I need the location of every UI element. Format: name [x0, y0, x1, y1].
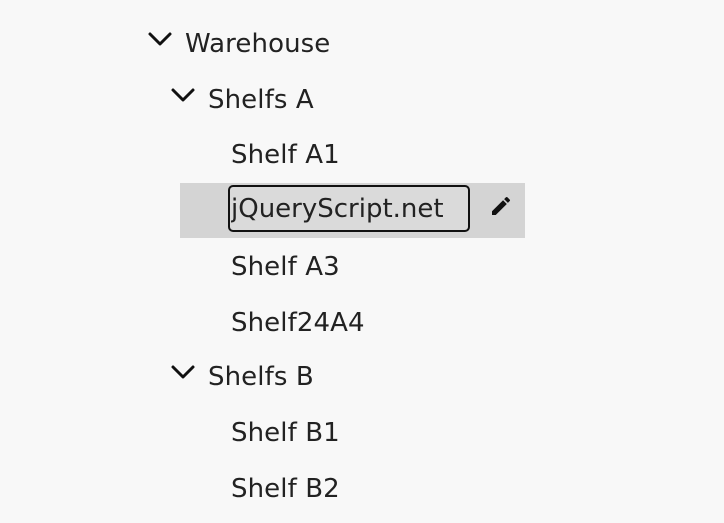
- tree-node-shelfs-a[interactable]: Shelfs A: [208, 82, 314, 118]
- tree-node-shelf-b2[interactable]: Shelf B2: [231, 471, 340, 507]
- tree-node-shelf24a4[interactable]: Shelf24A4: [231, 305, 365, 341]
- tree-node-label: Shelf B2: [231, 474, 340, 504]
- tree-node-warehouse[interactable]: Warehouse: [185, 26, 330, 62]
- tree-node-shelf-b1[interactable]: Shelf B1: [231, 415, 340, 451]
- tree-node-label: Shelfs B: [208, 362, 314, 392]
- chevron-down-icon[interactable]: [145, 24, 175, 54]
- pencil-icon[interactable]: [484, 191, 518, 221]
- rename-input[interactable]: [228, 185, 470, 232]
- tree-node-label: Shelf24A4: [231, 308, 365, 338]
- tree-node-shelf-a1[interactable]: Shelf A1: [231, 137, 340, 173]
- tree-node-label: Shelf A1: [231, 140, 340, 170]
- chevron-down-icon[interactable]: [168, 80, 198, 110]
- tree-node-shelfs-b[interactable]: Shelfs B: [208, 359, 314, 395]
- tree-node-label: Shelfs A: [208, 85, 314, 115]
- tree-node-label: Shelf A3: [231, 252, 340, 282]
- tree-node-shelf-a3[interactable]: Shelf A3: [231, 249, 340, 285]
- tree-node-label: Warehouse: [185, 29, 331, 59]
- tree-view: Warehouse Shelfs A Shelf A1 Shelf A3 She…: [0, 0, 724, 523]
- tree-node-label: Shelf B1: [231, 418, 340, 448]
- chevron-down-icon[interactable]: [168, 357, 198, 387]
